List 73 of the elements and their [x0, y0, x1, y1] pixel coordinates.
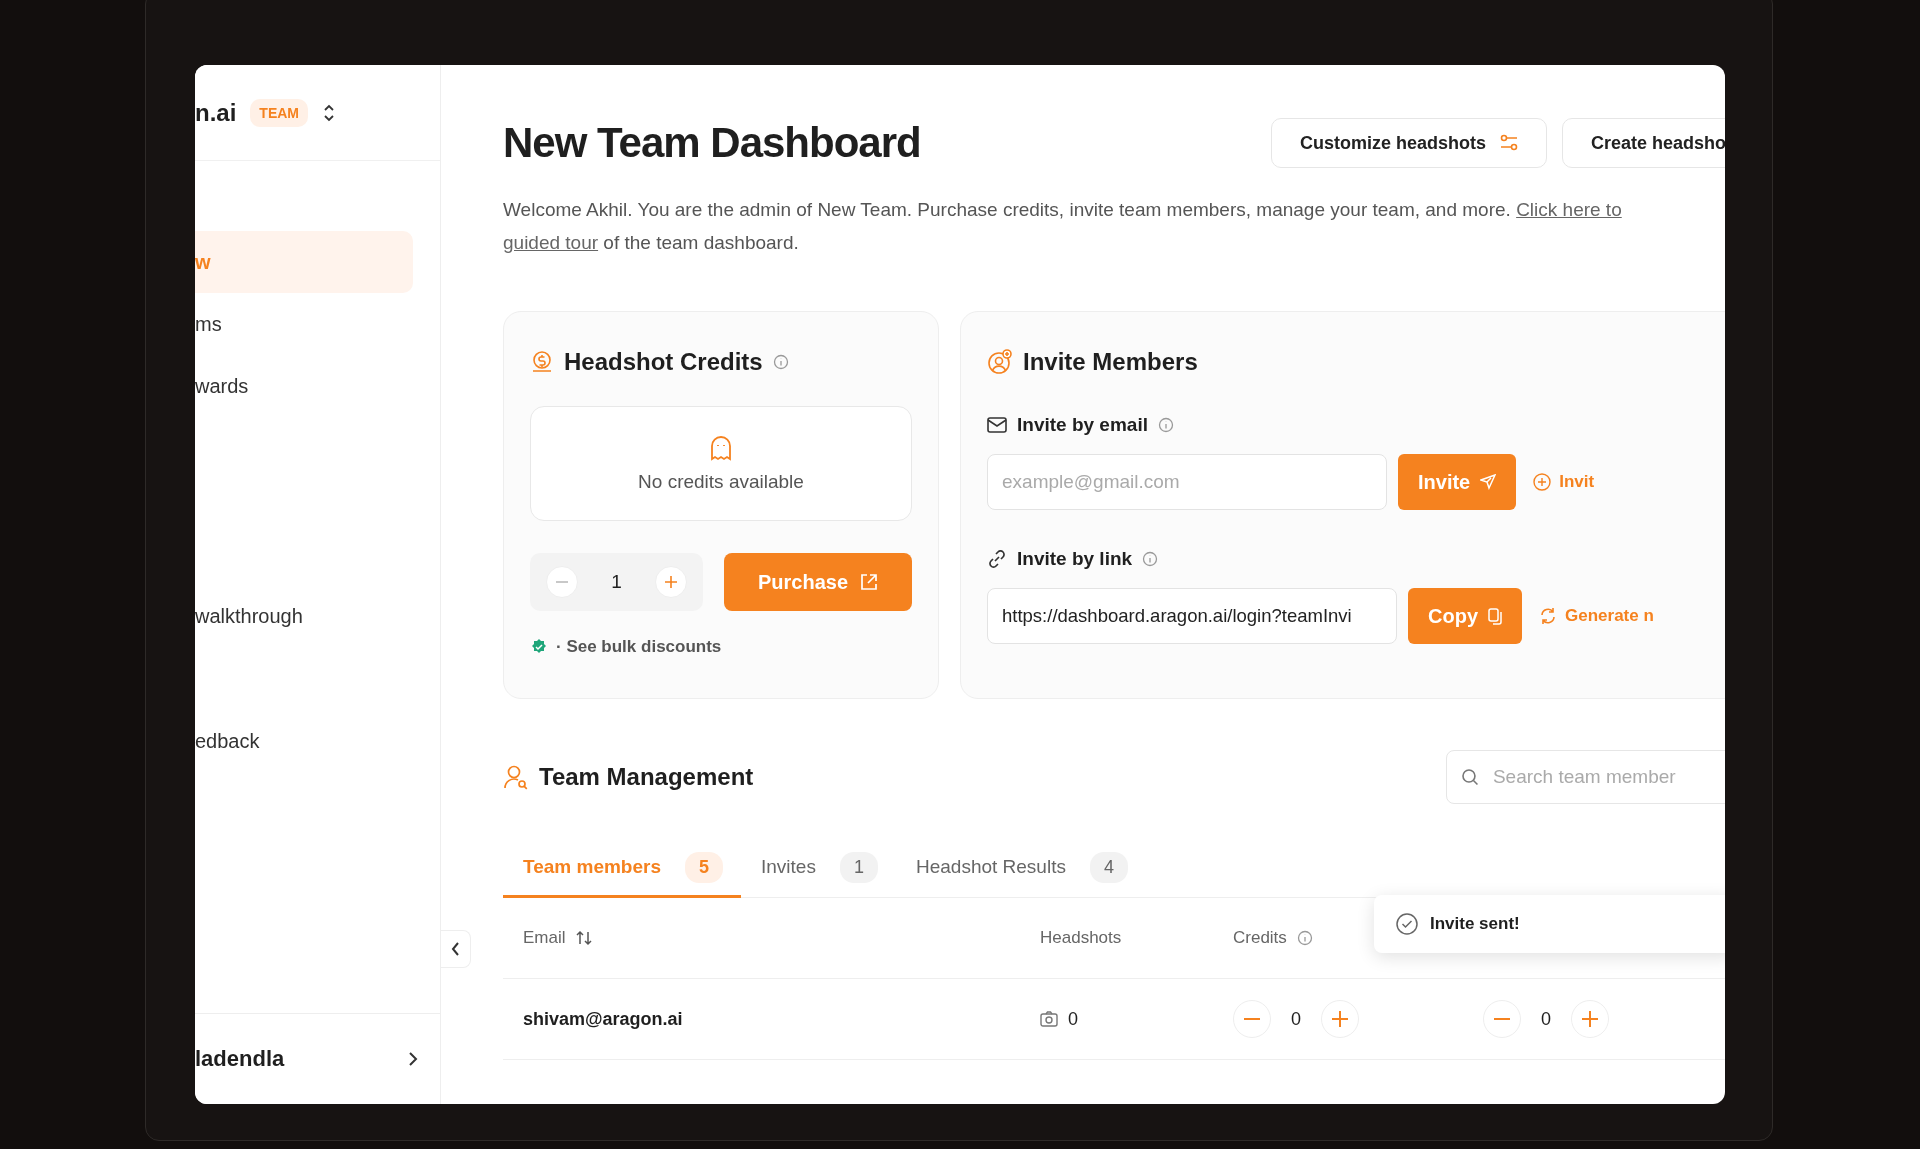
- refresh-icon: [1539, 607, 1557, 625]
- link-icon: [987, 549, 1007, 569]
- chevron-updown-icon[interactable]: [322, 102, 336, 123]
- empty-state-text: No credits available: [638, 470, 804, 493]
- decrement-button[interactable]: [1233, 1000, 1271, 1038]
- search-icon: [1461, 768, 1479, 786]
- field-label: Invite by link: [1017, 548, 1133, 570]
- ghost-icon: [710, 434, 732, 461]
- tab[interactable]: Headshot Results 4: [895, 839, 1146, 898]
- plus-icon: [1332, 1011, 1348, 1027]
- plus-icon: [664, 576, 677, 588]
- email-input[interactable]: example@gmail.com: [987, 454, 1387, 510]
- card-title: Headshot Credits: [564, 348, 763, 376]
- increment-button[interactable]: [1321, 1000, 1359, 1038]
- info-icon: [1142, 551, 1159, 567]
- welcome-text: Welcome Akhil. You are the admin of New Team. Purchase credits, invite team members, manage your team, and more. Click here to guided tour of the team dashboard.: [503, 198, 1623, 255]
- column-header[interactable]: Email: [523, 928, 566, 948]
- search-field[interactable]: Search team member: [1446, 750, 1725, 804]
- invite-link-input[interactable]: https://dashboard.aragon.ai/login?teamInvi: [987, 588, 1397, 644]
- email-cell-text: shivam@aragon.ai: [523, 1008, 684, 1030]
- quantity-stepper[interactable]: 1: [530, 553, 703, 611]
- sliders-icon: [1499, 134, 1518, 152]
- toast-text: Invite sent!: [1430, 914, 1520, 934]
- count-badge: 4: [1089, 851, 1128, 883]
- guided-tour-link[interactable]: Click here to: [1516, 199, 1622, 220]
- field-label: Invite by email: [1017, 414, 1148, 436]
- credit-value: 0: [1541, 1008, 1551, 1030]
- guided-tour-link[interactable]: guided tour: [503, 232, 599, 253]
- verified-badge-icon: [530, 638, 548, 656]
- info-icon: [1296, 930, 1313, 946]
- user-name[interactable]: ladendla: [195, 1046, 285, 1072]
- header-button[interactable]: Customize headshots: [1270, 118, 1547, 168]
- column-header: Credits: [1233, 928, 1287, 948]
- chevron-left-icon: [451, 942, 460, 956]
- decrement-button[interactable]: [1483, 1000, 1521, 1038]
- section-title: Team Management: [539, 763, 754, 791]
- info-icon: [1157, 417, 1174, 433]
- count-badge: 5: [685, 851, 723, 883]
- user-search-icon: [503, 764, 529, 790]
- info-icon: [772, 354, 789, 370]
- send-icon: [1480, 474, 1497, 490]
- nav-item[interactable]: ms: [195, 293, 413, 355]
- plan-badge: TEAM: [250, 98, 308, 127]
- nav-item[interactable]: wards: [195, 355, 413, 417]
- credit-value: 0: [1291, 1008, 1301, 1030]
- plus-icon: [1582, 1011, 1598, 1027]
- chevron-right-icon[interactable]: [408, 1051, 418, 1067]
- nav-item[interactable]: edback: [195, 710, 413, 772]
- card-title: Invite Members: [1023, 348, 1198, 376]
- header-button[interactable]: Create headsho: [1561, 118, 1725, 168]
- envelope-icon: [987, 417, 1007, 433]
- nav-item[interactable]: walkthrough: [195, 585, 413, 647]
- copy-icon: [1488, 607, 1502, 625]
- count-badge: 1: [839, 851, 878, 883]
- sort-icon[interactable]: [575, 930, 592, 946]
- page-title: New Team Dashboard: [503, 119, 922, 167]
- increment-button[interactable]: [1571, 1000, 1609, 1038]
- external-link-icon: [860, 573, 879, 591]
- minus-icon: [556, 581, 569, 583]
- collapse-sidebar-button[interactable]: [441, 930, 471, 968]
- tab[interactable]: Invites 1: [741, 839, 896, 898]
- coin-icon: [530, 350, 554, 374]
- minus-icon: [1244, 1018, 1260, 1020]
- brand-name: n.ai: [195, 98, 237, 127]
- bulk-discounts-link[interactable]: · See bulk discounts: [556, 637, 722, 657]
- camera-icon: [1040, 1011, 1058, 1027]
- user-add-icon: [987, 349, 1013, 375]
- quantity-value: 1: [611, 571, 622, 593]
- plus-circle-icon: [1533, 473, 1552, 491]
- check-circle-icon: [1396, 913, 1418, 935]
- headshots-count: 0: [1068, 1008, 1078, 1030]
- minus-icon: [1494, 1018, 1510, 1020]
- column-header: Headshots: [1040, 928, 1122, 948]
